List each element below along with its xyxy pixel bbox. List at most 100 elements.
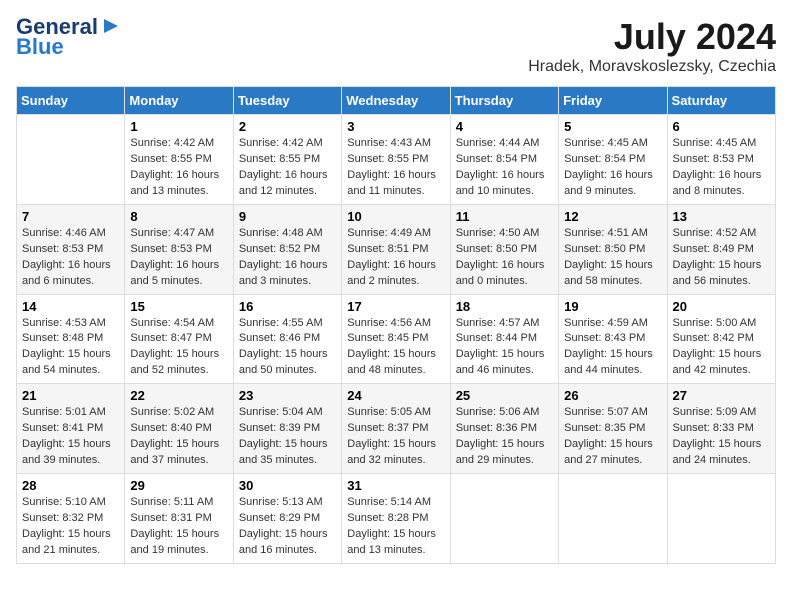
day-number: 26 bbox=[564, 388, 661, 403]
calendar-cell: 13Sunrise: 4:52 AM Sunset: 8:49 PM Dayli… bbox=[667, 204, 775, 294]
day-number: 1 bbox=[130, 119, 227, 134]
day-number: 17 bbox=[347, 299, 444, 314]
calendar-week-row: 21 Sunrise: 5:01 AM Sunset: 8:41 PM Dayli… bbox=[17, 384, 776, 474]
day-info: Sunrise: 4:51 AM Sunset: 8:50 PM Dayligh… bbox=[564, 226, 661, 290]
calendar-week-row: 7Sunrise: 4:46 AM Sunset: 8:53 PM Daylig… bbox=[17, 204, 776, 294]
day-info: Sunrise: 5:14 AM Sunset: 8:28 PM Dayligh… bbox=[347, 495, 444, 559]
day-number: 12 bbox=[564, 209, 661, 224]
day-number: 30 bbox=[239, 478, 336, 493]
calendar-cell: 4 Sunrise: 4:44 AM Sunset: 8:54 PM Daylig… bbox=[450, 115, 558, 205]
day-info: Sunrise: 4:46 AM Sunset: 8:53 PM Dayligh… bbox=[22, 226, 119, 290]
day-number: 5 bbox=[564, 119, 661, 134]
calendar-cell: 7Sunrise: 4:46 AM Sunset: 8:53 PM Daylig… bbox=[17, 204, 125, 294]
calendar-cell: 5 Sunrise: 4:45 AM Sunset: 8:54 PM Daylig… bbox=[559, 115, 667, 205]
calendar-cell: 3Sunrise: 4:43 AM Sunset: 8:55 PM Daylig… bbox=[342, 115, 450, 205]
weekday-header-friday: Friday bbox=[559, 87, 667, 115]
logo: General Blue bbox=[16, 16, 122, 58]
calendar-cell: 11Sunrise: 4:50 AM Sunset: 8:50 PM Dayli… bbox=[450, 204, 558, 294]
day-info: Sunrise: 4:53 AM Sunset: 8:48 PM Dayligh… bbox=[22, 316, 119, 380]
calendar-cell: 18 Sunrise: 4:57 AM Sunset: 8:44 PM Dayli… bbox=[450, 294, 558, 384]
calendar-cell: 15 Sunrise: 4:54 AM Sunset: 8:47 PM Dayli… bbox=[125, 294, 233, 384]
day-info: Sunrise: 5:00 AM Sunset: 8:42 PM Dayligh… bbox=[673, 316, 770, 380]
day-info: Sunrise: 4:59 AM Sunset: 8:43 PM Dayligh… bbox=[564, 316, 661, 380]
day-number: 22 bbox=[130, 388, 227, 403]
day-info: Sunrise: 5:04 AM Sunset: 8:39 PM Dayligh… bbox=[239, 405, 336, 469]
day-number: 18 bbox=[456, 299, 553, 314]
weekday-header-saturday: Saturday bbox=[667, 87, 775, 115]
calendar-week-row: 28 Sunrise: 5:10 AM Sunset: 8:32 PM Dayli… bbox=[17, 474, 776, 564]
calendar-cell: 31 Sunrise: 5:14 AM Sunset: 8:28 PM Dayli… bbox=[342, 474, 450, 564]
calendar-cell: 25Sunrise: 5:06 AM Sunset: 8:36 PM Dayli… bbox=[450, 384, 558, 474]
day-info: Sunrise: 4:45 AM Sunset: 8:54 PM Dayligh… bbox=[564, 136, 661, 200]
page-header: General Blue July 2024 Hradek, Moravskos… bbox=[16, 16, 776, 76]
day-info: Sunrise: 4:47 AM Sunset: 8:53 PM Dayligh… bbox=[130, 226, 227, 290]
day-info: Sunrise: 5:07 AM Sunset: 8:35 PM Dayligh… bbox=[564, 405, 661, 469]
calendar-cell: 23Sunrise: 5:04 AM Sunset: 8:39 PM Dayli… bbox=[233, 384, 341, 474]
calendar-cell: 9 Sunrise: 4:48 AM Sunset: 8:52 PM Daylig… bbox=[233, 204, 341, 294]
weekday-header-thursday: Thursday bbox=[450, 87, 558, 115]
location-subtitle: Hradek, Moravskoslezsky, Czechia bbox=[528, 58, 776, 76]
day-number: 24 bbox=[347, 388, 444, 403]
day-info: Sunrise: 4:49 AM Sunset: 8:51 PM Dayligh… bbox=[347, 226, 444, 290]
weekday-header-row: SundayMondayTuesdayWednesdayThursdayFrid… bbox=[17, 87, 776, 115]
day-info: Sunrise: 4:52 AM Sunset: 8:49 PM Dayligh… bbox=[673, 226, 770, 290]
calendar-body: 1 Sunrise: 4:42 AM Sunset: 8:55 PM Daylig… bbox=[17, 115, 776, 564]
calendar-cell: 21 Sunrise: 5:01 AM Sunset: 8:41 PM Dayli… bbox=[17, 384, 125, 474]
calendar-week-row: 1 Sunrise: 4:42 AM Sunset: 8:55 PM Daylig… bbox=[17, 115, 776, 205]
day-number: 28 bbox=[22, 478, 119, 493]
day-info: Sunrise: 5:02 AM Sunset: 8:40 PM Dayligh… bbox=[130, 405, 227, 469]
day-info: Sunrise: 4:54 AM Sunset: 8:47 PM Dayligh… bbox=[130, 316, 227, 380]
calendar-cell: 20 Sunrise: 5:00 AM Sunset: 8:42 PM Dayli… bbox=[667, 294, 775, 384]
day-number: 11 bbox=[456, 209, 553, 224]
day-info: Sunrise: 4:43 AM Sunset: 8:55 PM Dayligh… bbox=[347, 136, 444, 200]
day-number: 27 bbox=[673, 388, 770, 403]
day-number: 20 bbox=[673, 299, 770, 314]
logo-blue: Blue bbox=[16, 36, 64, 58]
calendar-cell: 27Sunrise: 5:09 AM Sunset: 8:33 PM Dayli… bbox=[667, 384, 775, 474]
day-info: Sunrise: 4:48 AM Sunset: 8:52 PM Dayligh… bbox=[239, 226, 336, 290]
calendar-week-row: 14Sunrise: 4:53 AM Sunset: 8:48 PM Dayli… bbox=[17, 294, 776, 384]
calendar-cell bbox=[667, 474, 775, 564]
calendar-cell: 26 Sunrise: 5:07 AM Sunset: 8:35 PM Dayli… bbox=[559, 384, 667, 474]
calendar-cell: 8Sunrise: 4:47 AM Sunset: 8:53 PM Daylig… bbox=[125, 204, 233, 294]
calendar-cell: 28 Sunrise: 5:10 AM Sunset: 8:32 PM Dayli… bbox=[17, 474, 125, 564]
day-number: 16 bbox=[239, 299, 336, 314]
day-info: Sunrise: 4:44 AM Sunset: 8:54 PM Dayligh… bbox=[456, 136, 553, 200]
calendar-cell: 30Sunrise: 5:13 AM Sunset: 8:29 PM Dayli… bbox=[233, 474, 341, 564]
day-number: 10 bbox=[347, 209, 444, 224]
day-info: Sunrise: 4:42 AM Sunset: 8:55 PM Dayligh… bbox=[239, 136, 336, 200]
day-number: 4 bbox=[456, 119, 553, 134]
calendar-header: SundayMondayTuesdayWednesdayThursdayFrid… bbox=[17, 87, 776, 115]
day-info: Sunrise: 5:10 AM Sunset: 8:32 PM Dayligh… bbox=[22, 495, 119, 559]
day-info: Sunrise: 5:11 AM Sunset: 8:31 PM Dayligh… bbox=[130, 495, 227, 559]
calendar-cell: 10 Sunrise: 4:49 AM Sunset: 8:51 PM Dayli… bbox=[342, 204, 450, 294]
calendar-cell: 2 Sunrise: 4:42 AM Sunset: 8:55 PM Daylig… bbox=[233, 115, 341, 205]
logo-arrow-icon bbox=[100, 15, 122, 37]
day-number: 21 bbox=[22, 388, 119, 403]
day-info: Sunrise: 4:56 AM Sunset: 8:45 PM Dayligh… bbox=[347, 316, 444, 380]
day-number: 15 bbox=[130, 299, 227, 314]
calendar-cell bbox=[559, 474, 667, 564]
day-number: 6 bbox=[673, 119, 770, 134]
day-info: Sunrise: 4:57 AM Sunset: 8:44 PM Dayligh… bbox=[456, 316, 553, 380]
day-info: Sunrise: 5:05 AM Sunset: 8:37 PM Dayligh… bbox=[347, 405, 444, 469]
day-number: 2 bbox=[239, 119, 336, 134]
day-number: 9 bbox=[239, 209, 336, 224]
day-number: 19 bbox=[564, 299, 661, 314]
day-info: Sunrise: 5:06 AM Sunset: 8:36 PM Dayligh… bbox=[456, 405, 553, 469]
title-area: July 2024 Hradek, Moravskoslezsky, Czech… bbox=[528, 16, 776, 76]
day-info: Sunrise: 4:45 AM Sunset: 8:53 PM Dayligh… bbox=[673, 136, 770, 200]
weekday-header-tuesday: Tuesday bbox=[233, 87, 341, 115]
calendar-cell: 14Sunrise: 4:53 AM Sunset: 8:48 PM Dayli… bbox=[17, 294, 125, 384]
weekday-header-sunday: Sunday bbox=[17, 87, 125, 115]
day-info: Sunrise: 5:01 AM Sunset: 8:41 PM Dayligh… bbox=[22, 405, 119, 469]
calendar-cell: 16 Sunrise: 4:55 AM Sunset: 8:46 PM Dayli… bbox=[233, 294, 341, 384]
day-info: Sunrise: 4:55 AM Sunset: 8:46 PM Dayligh… bbox=[239, 316, 336, 380]
weekday-header-wednesday: Wednesday bbox=[342, 87, 450, 115]
calendar-cell: 19 Sunrise: 4:59 AM Sunset: 8:43 PM Dayli… bbox=[559, 294, 667, 384]
day-number: 31 bbox=[347, 478, 444, 493]
calendar-cell: 17 Sunrise: 4:56 AM Sunset: 8:45 PM Dayli… bbox=[342, 294, 450, 384]
day-number: 29 bbox=[130, 478, 227, 493]
calendar-cell bbox=[17, 115, 125, 205]
calendar-cell: 24 Sunrise: 5:05 AM Sunset: 8:37 PM Dayli… bbox=[342, 384, 450, 474]
